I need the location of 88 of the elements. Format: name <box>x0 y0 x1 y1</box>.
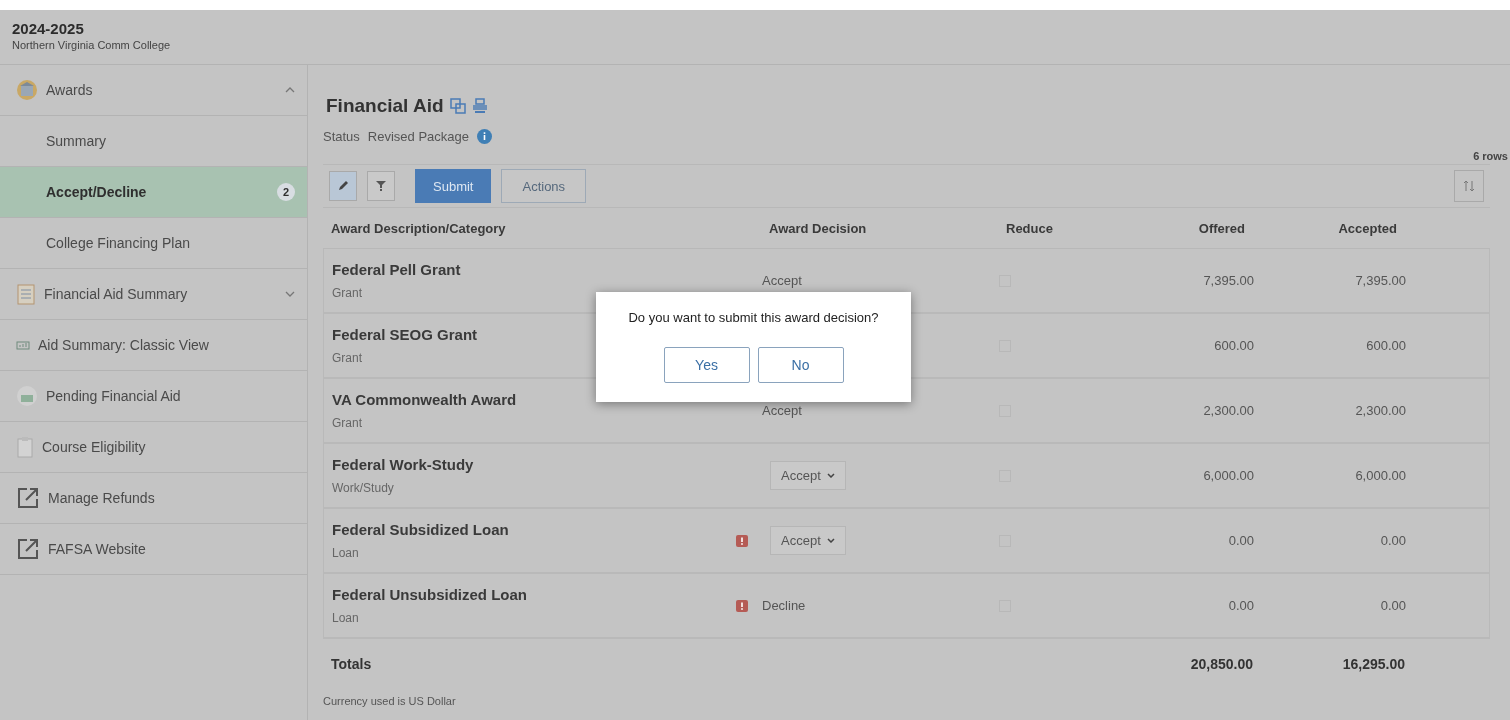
sidebar-item[interactable]: Pending Financial Aid <box>0 371 307 422</box>
sidebar-label: Accept/Decline <box>46 184 148 200</box>
column-header: Award Description/Category <box>330 220 507 236</box>
accepted-amount: 7,395.00 <box>1354 273 1406 288</box>
copy-icon[interactable] <box>449 98 466 114</box>
row-count: 6 rows <box>1472 150 1508 162</box>
edit-button[interactable] <box>329 171 357 201</box>
decision-dropdown[interactable]: Accept <box>770 526 846 555</box>
decision-dropdown[interactable]: Accept <box>770 461 846 490</box>
external-link-icon <box>16 486 40 510</box>
sort-button[interactable] <box>1454 170 1484 202</box>
sidebar-label: Course Eligibility <box>42 439 147 455</box>
offered-amount: 600.00 <box>1213 338 1254 353</box>
offered-amount: 7,395.00 <box>1202 273 1254 288</box>
dialog-button[interactable]: No <box>757 347 844 383</box>
dialog-message: Do you want to submit this award decision? <box>627 310 880 325</box>
award-category: Work/Study <box>332 481 395 495</box>
sidebar-item[interactable]: Accept/Decline 2 <box>0 167 307 218</box>
decision-text: Accept <box>762 273 803 288</box>
accepted-total: 16,295.00 <box>1341 656 1405 672</box>
accepted-amount: 0.00 <box>1379 598 1406 613</box>
sidebar-label: FAFSA Website <box>48 541 147 557</box>
offered-amount: 2,300.00 <box>1202 403 1254 418</box>
sidebar-item[interactable]: Aid Summary: Classic View <box>0 320 307 371</box>
award-category: Grant <box>332 416 363 430</box>
sidebar-label: Awards <box>46 82 94 98</box>
column-header: Offered <box>1197 220 1246 236</box>
decision-text: Decline <box>762 598 807 613</box>
external-link-icon <box>16 537 40 561</box>
sort-icon <box>1463 180 1475 192</box>
pencil-icon <box>337 180 349 192</box>
accepted-amount: 6,000.00 <box>1354 468 1406 483</box>
count-badge: 2 <box>277 183 295 201</box>
offered-amount: 0.00 <box>1227 533 1254 548</box>
sidebar-label: College Financing Plan <box>46 235 191 251</box>
chart-icon <box>16 340 30 350</box>
chevron-down-icon <box>826 473 835 478</box>
column-header: Accepted <box>1337 220 1398 236</box>
filter-button[interactable] <box>367 171 395 201</box>
column-header: Reduce <box>1005 220 1054 236</box>
award-name: Federal Subsidized Loan <box>332 521 510 538</box>
sidebar-item[interactable]: College Financing Plan <box>0 218 307 269</box>
column-header: Award Decision <box>768 220 868 236</box>
award-name: VA Commonwealth Award <box>332 391 518 408</box>
actions-button[interactable]: Actions <box>501 169 587 203</box>
sidebar-label: Manage Refunds <box>48 490 156 506</box>
award-category: Loan <box>332 546 360 560</box>
submit-button[interactable]: Submit <box>415 169 492 203</box>
offered-total: 20,850.00 <box>1189 656 1253 672</box>
info-icon[interactable] <box>477 129 493 144</box>
building-icon <box>16 79 38 101</box>
award-name: Federal Pell Grant <box>332 261 462 278</box>
accepted-amount: 2,300.00 <box>1354 403 1406 418</box>
sidebar-item[interactable]: Financial Aid Summary <box>0 269 307 320</box>
totals-label: Totals <box>330 656 373 672</box>
award-category: Loan <box>332 611 360 625</box>
print-icon[interactable] <box>471 98 488 114</box>
decision-text: Accept <box>762 403 803 418</box>
sidebar-label: Financial Aid Summary <box>44 286 189 302</box>
clipboard-icon <box>16 283 36 305</box>
currency-note: Currency used is US Dollar <box>323 695 457 707</box>
chevron-down-icon <box>285 291 295 297</box>
sidebar-label: Summary <box>46 133 107 149</box>
award-name: Federal Unsubsidized Loan <box>332 586 529 603</box>
chevron-down-icon <box>826 538 835 543</box>
clipboard-icon <box>16 436 34 458</box>
offered-amount: 6,000.00 <box>1202 468 1254 483</box>
page-title: Financial Aid <box>326 95 444 117</box>
filter-icon <box>375 180 387 192</box>
sidebar-item[interactable]: FAFSA Website <box>0 524 307 575</box>
sidebar-item[interactable]: Manage Refunds <box>0 473 307 524</box>
money-icon <box>16 385 38 407</box>
award-category: Grant <box>332 286 363 300</box>
sidebar-item[interactable]: Awards <box>0 65 307 116</box>
dialog-button[interactable]: Yes <box>663 347 750 383</box>
sidebar-label: Aid Summary: Classic View <box>38 337 210 353</box>
chevron-up-icon <box>285 87 295 93</box>
sidebar-label: Pending Financial Aid <box>46 388 182 404</box>
status-label: Status <box>323 129 360 144</box>
school-name: Northern Virginia Comm College <box>12 39 172 51</box>
status-value: Revised Package <box>367 129 470 144</box>
offered-amount: 0.00 <box>1227 598 1254 613</box>
sidebar-item[interactable]: Course Eligibility <box>0 422 307 473</box>
accepted-amount: 0.00 <box>1379 533 1406 548</box>
award-name: Federal SEOG Grant <box>332 326 479 343</box>
aid-year: 2024-2025 <box>12 20 85 37</box>
award-name: Federal Work-Study <box>332 456 475 473</box>
accepted-amount: 600.00 <box>1365 338 1406 353</box>
